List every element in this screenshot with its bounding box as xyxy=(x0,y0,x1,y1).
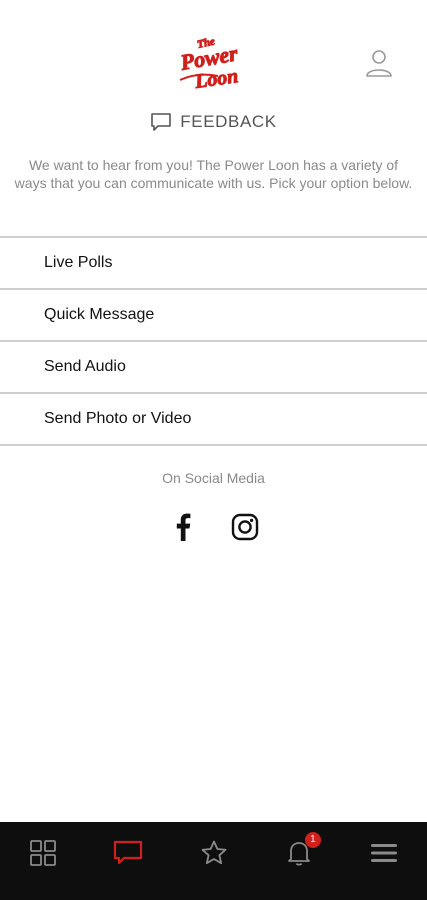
user-icon xyxy=(366,50,392,77)
chat-icon xyxy=(114,840,143,865)
tab-notifications[interactable]: 1 xyxy=(256,822,341,884)
option-quick-message[interactable]: Quick Message xyxy=(0,288,427,340)
option-label: Send Photo or Video xyxy=(44,410,192,427)
instagram-link[interactable] xyxy=(231,512,259,542)
option-send-photo-video[interactable]: Send Photo or Video xyxy=(0,392,427,446)
option-send-audio[interactable]: Send Audio xyxy=(0,340,427,392)
social-icons xyxy=(0,512,427,542)
tab-home[interactable] xyxy=(0,822,85,884)
feedback-options-list: Live Polls Quick Message Send Audio Send… xyxy=(0,236,427,446)
social-media-label: On Social Media xyxy=(162,470,265,486)
facebook-link[interactable] xyxy=(169,512,197,542)
facebook-icon xyxy=(176,513,190,541)
bottom-tab-bar: 1 xyxy=(0,822,427,900)
brand-logo-text: The Power Loon xyxy=(254,36,255,37)
menu-icon xyxy=(371,844,398,862)
option-live-polls[interactable]: Live Polls xyxy=(0,236,427,288)
tab-feedback[interactable] xyxy=(85,822,170,884)
grid-icon xyxy=(29,840,56,866)
page-title: FEEDBACK xyxy=(180,112,277,131)
intro-text: We want to hear from you! The Power Loon… xyxy=(14,157,413,191)
notification-badge: 1 xyxy=(304,832,321,848)
tab-menu[interactable] xyxy=(342,822,427,884)
chat-icon xyxy=(151,113,172,131)
feedback-header: FEEDBACK xyxy=(0,108,427,136)
instagram-icon xyxy=(231,513,258,541)
tab-favorites[interactable] xyxy=(171,822,256,884)
option-label: Quick Message xyxy=(44,306,155,323)
option-label: Send Audio xyxy=(44,358,126,375)
option-label: Live Polls xyxy=(44,254,113,271)
brand-logo: The Power Loon The Power Loon xyxy=(177,35,255,94)
star-icon xyxy=(201,840,226,865)
brand-logo-graphic: The Power Loon xyxy=(177,35,240,94)
profile-button[interactable] xyxy=(362,46,396,80)
